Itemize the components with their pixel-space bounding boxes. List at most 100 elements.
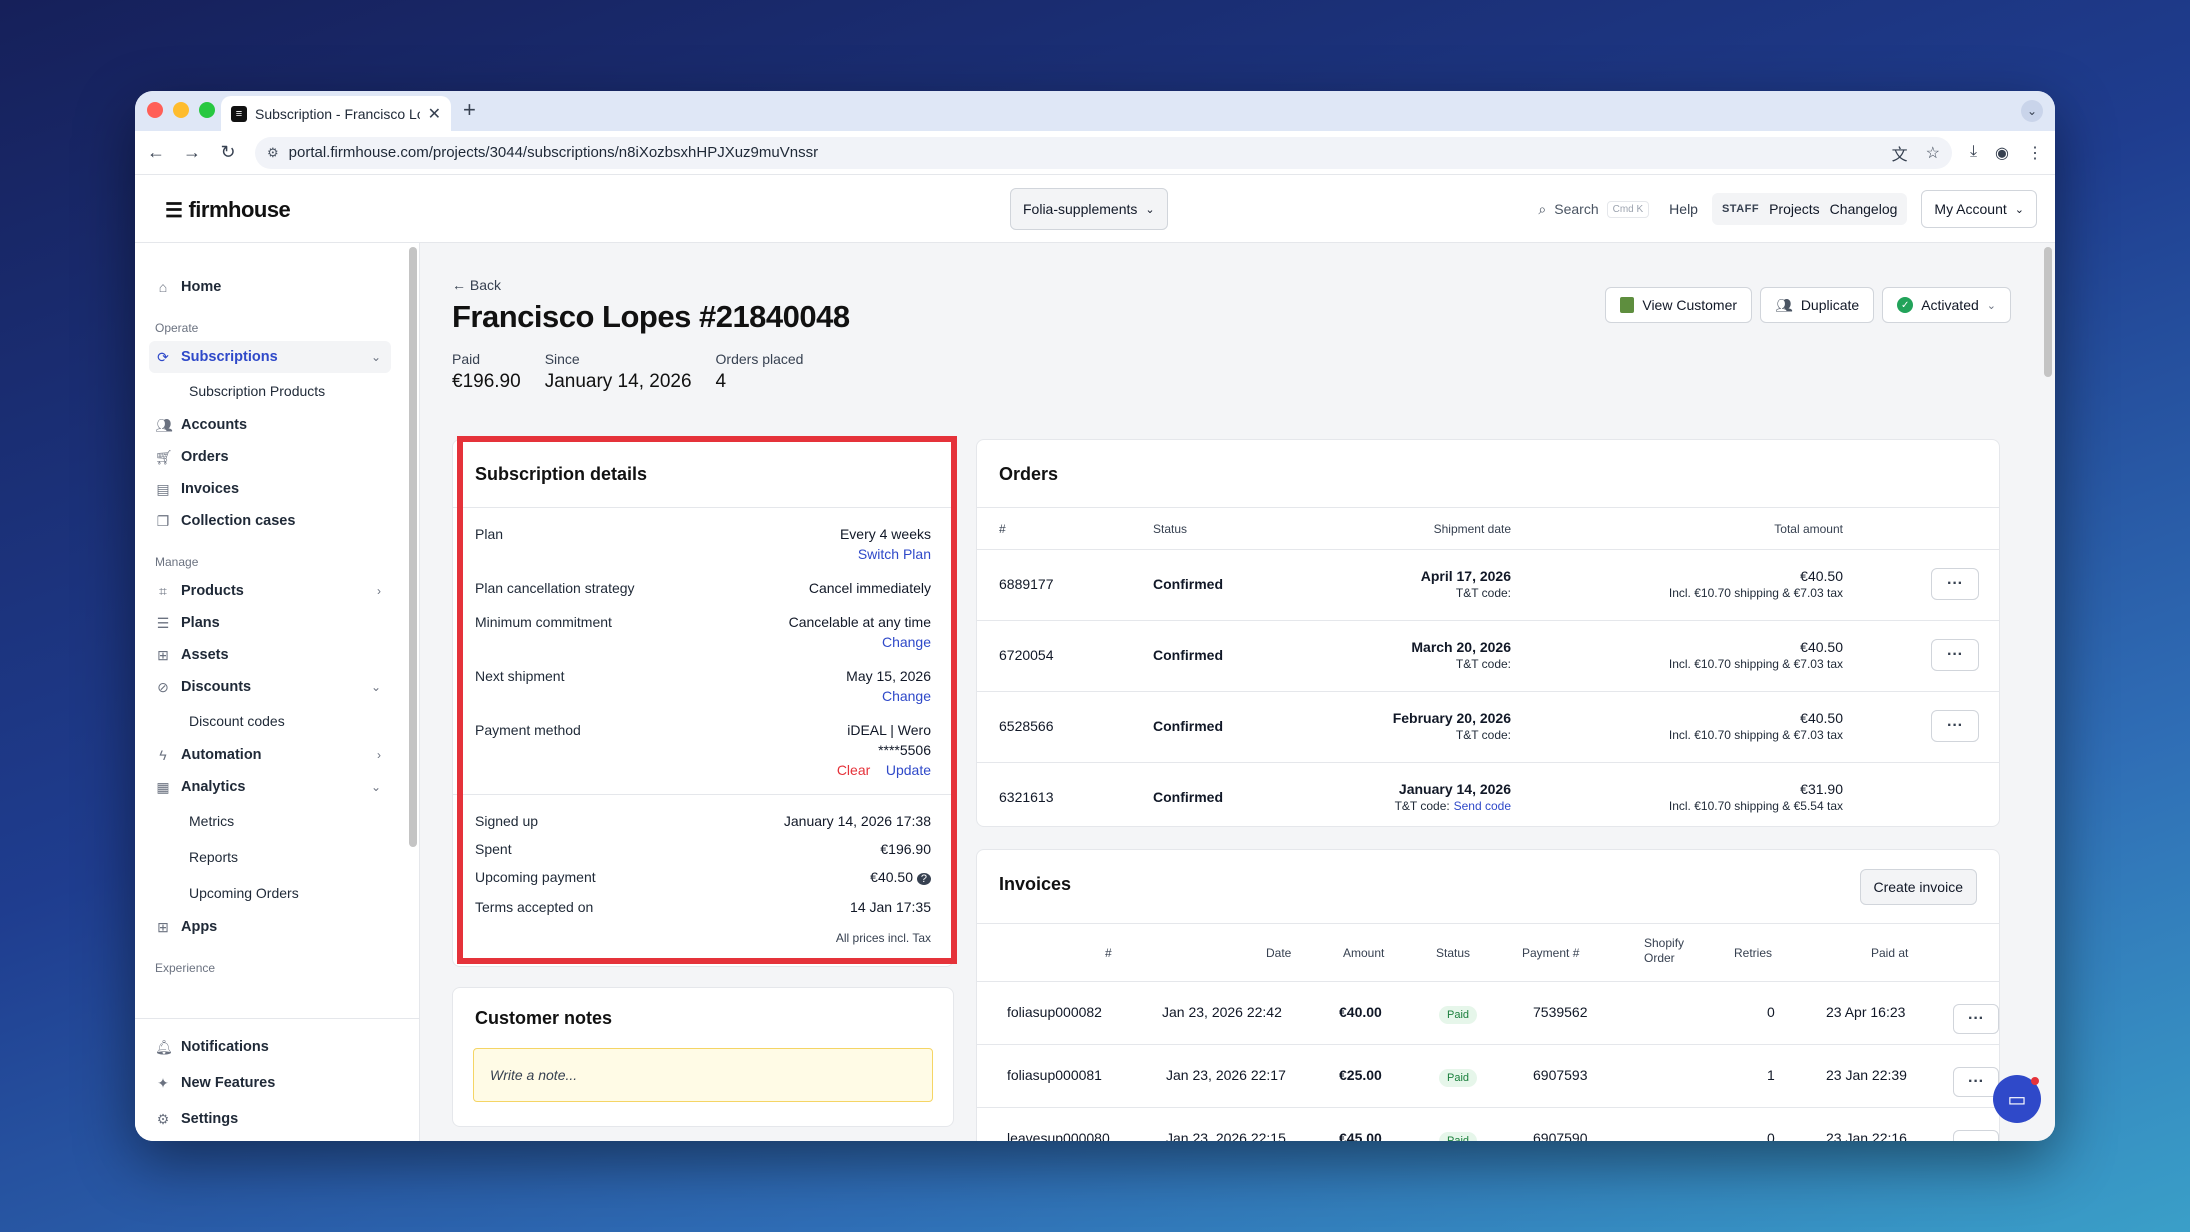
sidebar-nav: ⌂ Home Operate ⟳ Subscriptions ⌄ Subscri… [135,243,405,975]
clear-payment-link[interactable]: Clear [837,762,870,778]
sidebar-item-discount-codes[interactable]: Discount codes [149,703,391,739]
sidebar-item-metrics[interactable]: Metrics [149,803,391,839]
project-selector[interactable]: Folia-supplements ⌄ [1010,188,1168,230]
order-row[interactable]: 6720054 Confirmed March 20, 2026 T&T cod… [977,621,1999,692]
switch-plan-link[interactable]: Switch Plan [858,546,931,562]
firmhouse-logo[interactable]: ☰ firmhouse [165,197,291,223]
maximize-window-button[interactable] [199,102,215,118]
chevron-down-icon: ⌄ [1986,299,1996,312]
more-options-button[interactable]: ··· [1931,568,1979,600]
chat-icon: ▭ [2007,1088,2027,1111]
my-account-button[interactable]: My Account ⌄ [1921,190,2037,228]
invoice-date: Jan 23, 2026 22:17 [1166,1067,1286,1083]
sidebar-item-home[interactable]: ⌂ Home [149,271,391,303]
bookmark-star-icon[interactable]: ☆ [1926,143,1940,163]
sidebar-item-subscription-products[interactable]: Subscription Products [149,373,391,409]
shipment-date: January 14, 2026 [1398,781,1511,797]
sidebar-item-invoices[interactable]: ▤ Invoices [149,473,391,505]
back-link[interactable]: ← Back [452,277,501,293]
help-link[interactable]: Help [1669,201,1698,217]
translate-icon[interactable]: 文 [1892,141,1908,165]
card-title: Invoices [999,874,1072,894]
invoice-date: Jan 23, 2026 22:15 [1166,1130,1286,1141]
sidebar-item-upcoming-orders[interactable]: Upcoming Orders [149,875,391,911]
change-commitment-link[interactable]: Change [882,634,931,650]
download-icon[interactable]: ⤓ [1970,143,1977,163]
reload-icon[interactable]: ↻ [219,142,237,163]
order-row[interactable]: 6528566 Confirmed February 20, 2026 T&T … [977,692,1999,763]
order-row[interactable]: 6321613 Confirmed January 14, 2026 T&T c… [977,763,1999,834]
button-label: View Customer [1642,297,1738,313]
close-tab-icon[interactable]: ✕ [428,104,441,124]
firmhouse-favicon-icon: ≡ [231,105,247,122]
send-code-link[interactable]: Send code [1454,799,1511,813]
create-invoice-button[interactable]: Create invoice [1859,869,1977,905]
paid-at: 23 Apr 16:23 [1826,1004,1906,1020]
note-input[interactable]: Write a note... [473,1048,933,1102]
site-info-icon[interactable]: ⚙ [267,145,279,161]
question-circle-icon[interactable]: ? [916,873,931,885]
field-value: Cancel immediately [808,580,931,596]
chevron-down-icon: ⌄ [1145,203,1155,216]
changelog-link[interactable]: Changelog [1830,201,1898,217]
more-options-button[interactable]: ··· [1953,1130,1999,1141]
sidebar-scrollbar[interactable] [409,247,417,847]
sidebar-item-products[interactable]: ⌗ Products › [149,575,391,607]
sidebar-item-subscriptions[interactable]: ⟳ Subscriptions ⌄ [149,341,391,373]
sidebar-item-discounts[interactable]: ⊘ Discounts ⌄ [149,671,391,703]
sidebar-item-assets[interactable]: ⊞ Assets [149,639,391,671]
orders-card: Orders # Status Shipment date Total amou… [976,439,2000,827]
more-options-button[interactable]: ··· [1931,710,1979,742]
url-field[interactable]: ⚙ portal.firmhouse.com/projects/3044/sub… [255,136,1952,169]
sidebar-item-accounts[interactable]: 👥︎ Accounts [149,409,391,441]
sidebar-item-notifications[interactable]: 🔔︎ Notifications [149,1029,405,1065]
duplicate-button[interactable]: 👥︎ Duplicate [1760,287,1875,323]
field-spent: Spent €196.90 [475,839,931,859]
minimize-window-button[interactable] [173,102,189,118]
update-payment-link[interactable]: Update [886,762,931,778]
order-shipment: March 20, 2026 T&T code: [1411,639,1511,671]
invoice-row[interactable]: foliasup000081 Jan 23, 2026 22:17 €25.00… [977,1045,1999,1108]
field-value-group: May 15, 2026 Change [846,666,931,706]
order-total: €40.50 Incl. €10.70 shipping & €7.03 tax [1669,710,1843,742]
sidebar-item-new-features[interactable]: ✦ New Features [149,1065,405,1101]
invoice-row[interactable]: leavesup000080 Jan 23, 2026 22:15 €45.00… [977,1108,1999,1141]
sidebar-item-automation[interactable]: ϟ Automation › [149,739,391,771]
search-button[interactable]: ⌕ Search Cmd K [1532,200,1655,218]
projects-link[interactable]: Projects [1769,201,1820,217]
sidebar-item-analytics[interactable]: ▦ Analytics ⌄ [149,771,391,803]
new-tab-icon[interactable]: + [463,97,476,123]
more-options-button[interactable]: ··· [1953,1067,1999,1097]
sidebar-item-apps[interactable]: ⊞ Apps [149,911,391,943]
more-options-button[interactable]: ··· [1953,1004,1999,1034]
change-shipment-link[interactable]: Change [882,688,931,704]
total-detail: Incl. €10.70 shipping & €5.54 tax [1668,799,1843,813]
browser-tab[interactable]: ≡ Subscription - Francisco Lopes ✕ [221,96,451,131]
status-dropdown[interactable]: ✓ Activated ⌄ [1882,287,2011,323]
tab-search-icon[interactable]: ⌄ [2021,100,2043,122]
back-arrow-icon[interactable]: ← [147,142,165,163]
sidebar-item-settings[interactable]: ⚙ Settings [149,1101,405,1137]
main-scrollbar[interactable] [2044,247,2052,377]
sidebar-item-collection-cases[interactable]: ❐ Collection cases [149,505,391,537]
sidebar-item-orders[interactable]: 🛒︎ Orders [149,441,391,473]
field-value-group: €40.50 ? [870,867,931,889]
col-shopify-line2: Order [1644,951,1675,965]
chat-launcher-button[interactable]: ▭ [1993,1075,2041,1123]
more-options-button[interactable]: ··· [1931,639,1979,671]
close-window-button[interactable] [147,102,163,118]
sidebar-item-plans[interactable]: ☰ Plans [149,607,391,639]
profile-icon[interactable]: ◉ [1995,143,2009,163]
invoice-row[interactable]: foliasup000082 Jan 23, 2026 22:42 €40.00… [977,982,1999,1045]
forward-arrow-icon[interactable]: → [183,142,201,163]
browser-menu-icon[interactable]: ⋮ [2027,143,2043,163]
order-row[interactable]: 6889177 Confirmed April 17, 2026 T&T cod… [977,550,1999,621]
col-paid-at: Paid at [1871,946,1909,960]
subscription-fields: Plan Every 4 weeks Switch Plan Plan canc… [453,508,953,780]
sidebar-item-reports[interactable]: Reports [149,839,391,875]
field-label: Upcoming payment [475,869,596,885]
payment-number: 6907590 [1533,1130,1588,1141]
view-customer-button[interactable]: View Customer [1605,287,1753,323]
field-value: €196.90 [880,841,931,857]
subscription-details-card: Subscription details Plan Every 4 weeks … [452,436,957,967]
